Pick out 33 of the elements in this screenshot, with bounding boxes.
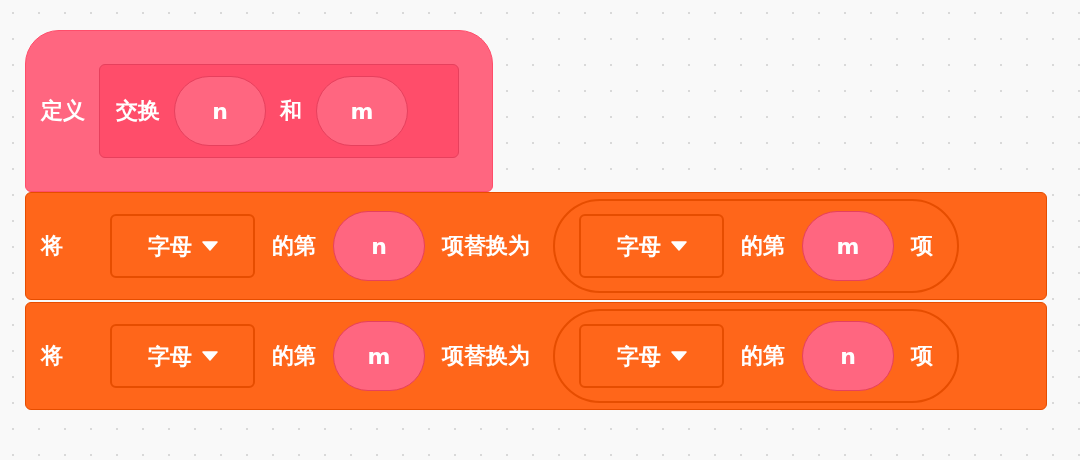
block-label: 定义 (41, 100, 85, 122)
block-label: 和 (280, 100, 302, 122)
parameter-reporter[interactable]: n (333, 211, 425, 281)
caret-icon (201, 241, 218, 251)
block-label: 项替换为 (442, 235, 530, 257)
block-label: 项 (911, 235, 933, 257)
item-of-list-reporter[interactable]: 字母 的第 m 项 (553, 199, 959, 293)
custom-block-prototype[interactable]: 交换 n 和 m (99, 64, 459, 158)
caret-icon (670, 351, 687, 361)
list-dropdown[interactable]: 字母 (110, 324, 255, 388)
block-label: 项 (911, 345, 933, 367)
block-label: 的第 (741, 235, 785, 257)
caret-icon (201, 351, 218, 361)
replace-item-block[interactable]: 将 字母 的第 n 项替换为 字母 的第 m 项 (25, 192, 1047, 300)
item-of-list-reporter[interactable]: 字母 的第 n 项 (553, 309, 959, 403)
block-label: 将 (41, 235, 63, 257)
block-label: 将 (41, 345, 63, 367)
block-label: 的第 (272, 345, 316, 367)
caret-icon (670, 241, 687, 251)
block-label: 的第 (272, 235, 316, 257)
block-label: 项替换为 (442, 345, 530, 367)
parameter-reporter[interactable]: n (174, 76, 266, 146)
block-label: 交换 (116, 100, 160, 122)
parameter-reporter[interactable]: m (316, 76, 408, 146)
list-dropdown[interactable]: 字母 (579, 324, 724, 388)
block-label: 的第 (741, 345, 785, 367)
parameter-reporter[interactable]: m (333, 321, 425, 391)
list-dropdown[interactable]: 字母 (579, 214, 724, 278)
parameter-reporter[interactable]: n (802, 321, 894, 391)
parameter-reporter[interactable]: m (802, 211, 894, 281)
replace-item-block[interactable]: 将 字母 的第 m 项替换为 字母 的第 n 项 (25, 302, 1047, 410)
define-hat-block[interactable]: 定义 交换 n 和 m (25, 30, 493, 192)
list-dropdown[interactable]: 字母 (110, 214, 255, 278)
